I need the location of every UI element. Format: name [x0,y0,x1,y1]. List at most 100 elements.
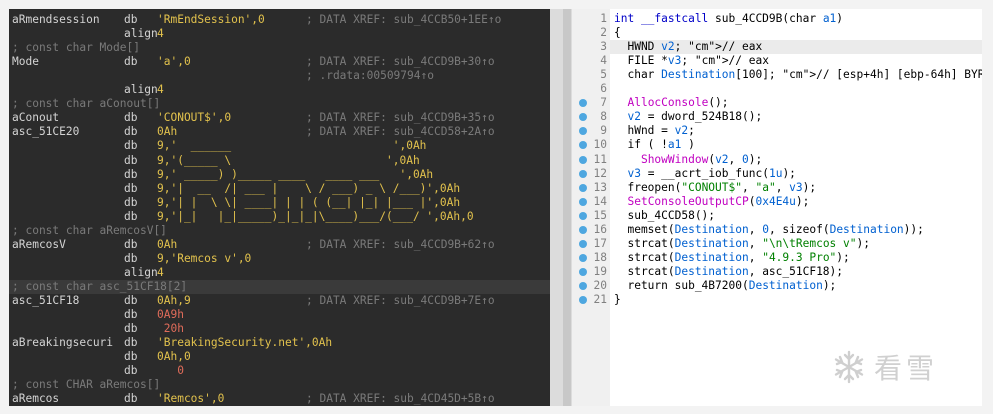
symbol-label[interactable]: aBreakingsecuri [12,336,113,350]
section-comment[interactable]: ; const char Mode[] [12,41,140,55]
symbol-label[interactable]: asc_51CF18 [12,294,79,308]
line-number: 1 [600,12,607,25]
opcode: db [124,336,138,350]
operand: 0A9h [157,308,184,322]
breakpoint-dot-icon[interactable] [579,99,587,108]
pseudocode-line[interactable]: 13 freopen("CONOUT$", "a", v3); [572,181,982,195]
operand: 9,'| __ /| ___ | \ / ___) _ \ /___)',0Ah [157,181,461,195]
symbol-label[interactable]: aRmendsession [12,13,100,27]
breakpoint-dot-icon[interactable] [579,225,587,234]
section-comment[interactable]: ; const CHAR aRemcos[] [12,378,160,392]
operand: 9,'Remcos v',0 [157,251,252,265]
symbol-label[interactable]: Mode [12,55,39,69]
line-number: 19 [593,264,607,278]
line-number: 20 [593,278,607,292]
pseudocode-line[interactable]: 21} [572,293,982,307]
operand: 'a',0 [157,55,191,69]
opcode: align [124,83,158,97]
code-text: SetConsoleOutputCP(0x4E4u); [627,194,810,208]
symbol-label[interactable]: asc_51CE20 [12,125,79,139]
breakpoint-dot-icon[interactable] [579,239,587,248]
pseudocode-line[interactable]: 2{ [572,26,982,40]
symbol-label[interactable]: aRemcosV [12,238,66,252]
operand: 0 [157,364,184,378]
opcode: db [124,13,138,26]
breakpoint-dot-icon[interactable] [579,281,587,290]
opcode: db [124,308,138,322]
pseudocode-line[interactable]: 17 strcat(Destination, "\n\tRemcos v"); [572,237,982,251]
opcode: align [124,265,158,279]
operand: 'BreakingSecurity.net',0Ah [157,336,333,350]
watermark: 看雪 [832,346,982,388]
xref-comment: ; DATA XREF: sub_4CCD9B+35↑o [306,111,495,125]
opcode: db [124,237,138,251]
line-number: 3 [600,40,607,54]
operand: 'Remcos',0 [157,392,225,406]
breakpoint-dot-icon[interactable] [579,141,587,150]
line-number: 13 [593,180,607,194]
pseudocode-line[interactable]: 12 v3 = __acrt_iob_func(1u); [572,167,982,181]
operand: 'RmEndSession',0 [157,13,265,26]
operand: 9,' ______ ',0Ah [157,139,427,153]
breakpoint-dot-icon[interactable] [579,183,587,192]
section-comment[interactable]: ; const char aConout[] [12,97,160,111]
pseudocode-line[interactable]: 16 memset(Destination, 0, sizeof(Destina… [572,223,982,237]
line-number: 18 [593,250,607,264]
operand: 20h [157,322,184,336]
opcode: db [124,322,138,336]
code-text: sub_4CCD58(); [614,208,716,222]
breakpoint-dot-icon[interactable] [579,197,587,206]
xref-comment: ; DATA XREF: sub_4CCD9B+62↑o [306,237,495,251]
code-text: int __fastcall sub_4CCD9B(char a1) [614,12,844,25]
pseudocode-line[interactable]: 15 sub_4CCD58(); [572,209,982,223]
pseudocode-line[interactable]: 4 FILE *v3; "cm">// eax [572,54,982,68]
operand: 4 [157,27,164,41]
disassembly-view[interactable]: aRmendsession db 'RmEndSession',0 ; DATA XR… [9,9,550,406]
pseudocode-line[interactable]: 5 char Destination[100]; "cm">// [esp+4h… [572,68,982,82]
section-comment[interactable]: ; const char asc_51CF18[2] [9,279,550,294]
opcode: db [124,55,138,69]
line-number: 6 [600,82,607,96]
pseudocode-line[interactable]: 3 HWND v2; "cm">// eax [572,40,982,55]
xref-comment: ; DATA XREF: sub_4CD45D+5B↑o [306,392,495,406]
opcode: db [124,139,138,153]
operand: 0Ah [157,237,178,251]
pseudocode-line[interactable]: 19 strcat(Destination, asc_51CF18); [572,265,982,279]
operand: 4 [157,83,164,97]
opcode: db [124,167,138,181]
breakpoint-dot-icon[interactable] [579,155,587,164]
code-text: strcat(Destination, "\n\tRemcos v"); [614,236,870,250]
line-number: 11 [593,152,607,166]
code-text: strcat(Destination, "4.9.3 Pro"); [614,250,850,264]
pseudocode-line[interactable]: 10 if ( !a1 ) [572,138,982,152]
symbol-label[interactable]: aConout [12,111,59,125]
breakpoint-dot-icon[interactable] [579,253,587,262]
code-text: freopen("CONOUT$", "a", v3); [614,180,817,194]
line-number: 5 [600,68,607,82]
code-text: ShowWindow(v2, 0); [640,152,763,166]
symbol-label[interactable]: aRemcos [12,392,59,406]
line-number: 7 [600,96,607,110]
pseudocode-line[interactable]: 11 ShowWindow(v2, 0); [572,153,982,167]
breakpoint-dot-icon[interactable] [579,211,587,220]
pseudocode-line[interactable]: 6 [572,82,982,96]
breakpoint-dot-icon[interactable] [579,113,587,122]
ida-window: aRmendsession db 'RmEndSession',0 ; DATA XR… [0,0,993,414]
breakpoint-dot-icon[interactable] [579,267,587,276]
pseudocode-line[interactable]: 18 strcat(Destination, "4.9.3 Pro"); [572,251,982,265]
opcode: db [124,392,138,406]
pseudocode-line[interactable]: 7 AllocConsole(); [572,96,982,110]
breakpoint-dot-icon[interactable] [579,127,587,136]
code-text: v2 = dword_524B18(); [627,110,763,124]
section-comment[interactable]: ; const char aRemcosV[] [12,224,167,238]
scrollbar[interactable] [563,9,571,406]
pseudocode-line[interactable]: 1 int __fastcall sub_4CCD9B(char a1) [572,12,982,26]
pseudocode-line[interactable]: 20 return sub_4B7200(Destination); [572,279,982,293]
breakpoint-dot-icon[interactable] [579,296,587,304]
pseudocode-line[interactable]: 8 v2 = dword_524B18(); [572,110,982,124]
line-number: 15 [593,208,607,222]
breakpoint-dot-icon[interactable] [579,169,587,178]
pseudocode-line[interactable]: 14 SetConsoleOutputCP(0x4E4u); [572,195,982,209]
line-number: 10 [593,138,607,152]
pseudocode-line[interactable]: 9 hWnd = v2; [572,124,982,138]
